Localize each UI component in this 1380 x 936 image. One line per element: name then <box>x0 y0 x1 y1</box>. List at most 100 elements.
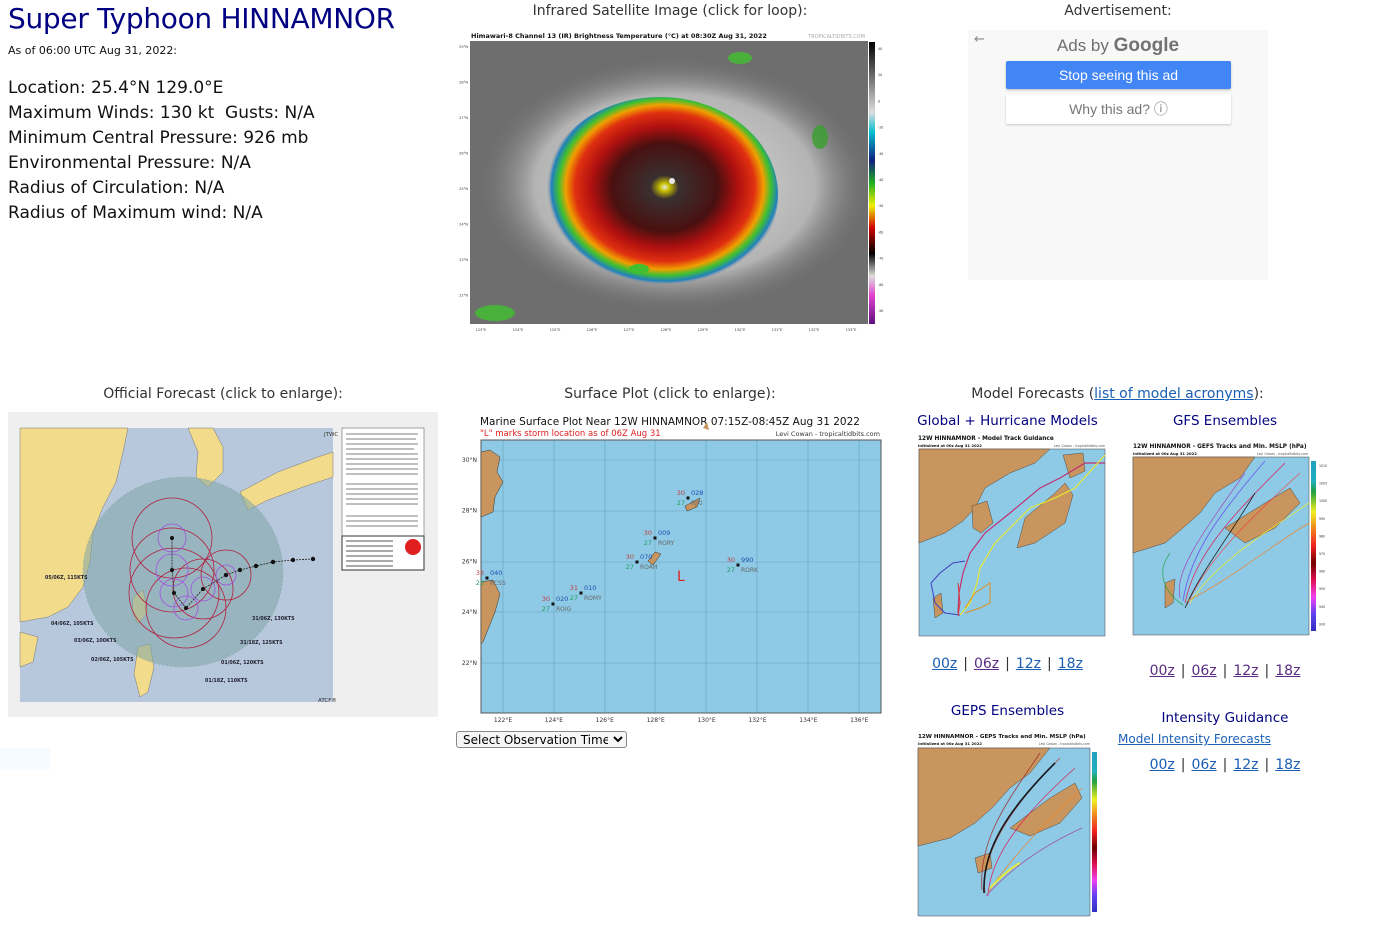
surface-lat-label: 24°N <box>462 609 477 616</box>
gfs-runs: 00z | 06z | 12z | 18z <box>1149 663 1301 679</box>
satellite-image-title: Himawari-8 Channel 13 (IR) Brightness Te… <box>471 32 767 40</box>
intensity-run-18z[interactable]: 18z <box>1275 757 1300 773</box>
station-temp: 31 <box>570 584 578 592</box>
svg-text:Initialized at 00z Aug 31 2022: Initialized at 00z Aug 31 2022 <box>918 741 982 746</box>
station-dewpoint: 27 <box>727 566 735 574</box>
surface-lat-label: 28°N <box>462 508 477 515</box>
station-id: RJKI <box>691 500 703 507</box>
intensity-run-06z[interactable]: 06z <box>1191 757 1216 773</box>
observation-time-select[interactable]: Select Observation Time... <box>456 731 627 748</box>
model-forecasts-heading: Model Forecasts (list of model acronyms)… <box>971 386 1264 402</box>
gfs-image-title: 12W HINNAMNOR - GEFS Tracks and Min. MSL… <box>1133 444 1307 450</box>
as-of-timestamp: As of 06:00 UTC Aug 31, 2022: <box>8 44 178 57</box>
satellite-lon-label: 130°E <box>735 328 746 332</box>
storm-details: Location: 25.4°N 129.0°E Maximum Winds: … <box>8 76 315 226</box>
gfs-run-06z[interactable]: 06z <box>1191 663 1216 679</box>
station-id: RCSS <box>490 580 506 587</box>
station-temp: 30 <box>644 529 652 537</box>
intensity-run-12z[interactable]: 12z <box>1233 757 1258 773</box>
storm-location-marker: L <box>677 569 685 585</box>
max-winds-line: Maximum Winds: 130 kt Gusts: N/A <box>8 103 315 123</box>
gfs-colorbar-label: 980 <box>1319 534 1325 538</box>
geps-ensembles-image-link[interactable]: 12W HINNAMNOR - GEPS Tracks and Min. MSL… <box>910 728 1115 923</box>
satellite-lon-label: 128°E <box>661 328 672 332</box>
station-pressure: 009 <box>658 529 670 537</box>
forecast-label-7: 01/18Z, 110KTS <box>205 678 248 684</box>
satellite-image: Himawari-8 Channel 13 (IR) Brightness Te… <box>455 30 885 340</box>
satellite-colorbar-label: -30 <box>878 152 883 156</box>
why-this-ad-button[interactable]: Why this ad? ⓘ <box>1006 94 1231 124</box>
station-id: RORY <box>658 540 675 547</box>
surface-image-title: Marine Surface Plot Near 12W HINNAMNOR 0… <box>480 416 860 428</box>
satellite-lon-label: 133°E <box>846 328 857 332</box>
station-dewpoint: 27 <box>677 499 685 507</box>
surface-credit: Levi Cowan - tropicaltidbits.com <box>776 430 880 438</box>
surface-lat-label: 22°N <box>462 660 477 667</box>
model-acronyms-link[interactable]: list of model acronyms <box>1094 386 1253 402</box>
station-pressure: 990 <box>741 556 753 564</box>
satellite-heading: Infrared Satellite Image (click for loop… <box>532 3 808 19</box>
satellite-lon-label: 124°E <box>513 328 524 332</box>
forecast-label-3: 02/06Z, 105KTS <box>91 657 134 663</box>
forecast-label-2: 03/06Z, 100KTS <box>74 638 117 644</box>
advertisement-heading: Advertisement: <box>1064 3 1172 19</box>
gfs-run-12z[interactable]: 12z <box>1233 663 1258 679</box>
gfs-colorbar-label: 1005 <box>1319 482 1327 486</box>
station-temp: 30 <box>727 556 735 564</box>
forecast-label-0: 05/06Z, 115KTS <box>45 575 88 581</box>
forecast-label-5: 31/18Z, 125KTS <box>240 640 283 646</box>
station-dewpoint: 25 <box>476 579 484 587</box>
gfs-run-00z[interactable]: 00z <box>1150 663 1175 679</box>
ads-by-label: Ads by <box>1056 36 1109 55</box>
geps-image-title: 12W HINNAMNOR - GEPS Tracks and Min. MSL… <box>918 734 1086 740</box>
satellite-colorbar-label: -40 <box>878 178 883 182</box>
satellite-lat-label: 23°N <box>459 258 468 262</box>
forecast-label-1: 04/06Z, 105KTS <box>51 621 94 627</box>
gfs-ensembles-image-link[interactable]: 12W HINNAMNOR - GEFS Tracks and Min. MSL… <box>1125 433 1335 641</box>
satellite-colorbar-label: -50 <box>878 204 883 208</box>
intensity-guidance-title: Intensity Guidance <box>1161 710 1289 726</box>
global-run-18z[interactable]: 18z <box>1058 656 1083 672</box>
satellite-lat-label: 24°N <box>459 223 468 227</box>
satellite-colorbar-label: 20 <box>878 73 882 77</box>
station-pressure: 040 <box>490 569 502 577</box>
ad-container: ← Ads by Google Stop seeing this ad Why … <box>968 30 1268 280</box>
global-models-image-link[interactable]: 12W HINNAMNOR - Model Track Guidance Ini… <box>915 433 1107 641</box>
official-forecast-image-link[interactable]: JTWC ATCF® 05/06Z, 115KTS 04/06Z, 105KTS… <box>8 412 438 717</box>
satellite-colorbar-label: 40 <box>878 47 882 51</box>
satellite-lon-label: 127°E <box>624 328 635 332</box>
global-run-12z[interactable]: 12z <box>1016 656 1041 672</box>
ads-by-google: Ads by Google <box>968 35 1268 57</box>
model-intensity-forecasts-link[interactable]: Model Intensity Forecasts <box>1118 732 1271 746</box>
gfs-colorbar-label: 950 <box>1319 587 1325 591</box>
gfs-colorbar-label: 1000 <box>1319 499 1327 503</box>
intensity-run-00z[interactable]: 00z <box>1150 757 1175 773</box>
station-id: ROIG <box>556 606 572 613</box>
gfs-colorbar-label: 930 <box>1319 622 1325 626</box>
surface-plot-image-link[interactable]: Marine Surface Plot Near 12W HINNAMNOR 0… <box>455 412 885 727</box>
global-run-06z[interactable]: 06z <box>974 656 999 672</box>
radius-max-wind-line: Radius of Maximum wind: N/A <box>8 203 263 223</box>
stop-seeing-ad-button[interactable]: Stop seeing this ad <box>1006 61 1231 89</box>
gfs-ensembles-title: GFS Ensembles <box>1172 413 1278 429</box>
satellite-lon-label: 129°E <box>698 328 709 332</box>
min-pressure-line: Minimum Central Pressure: 926 mb <box>8 128 309 148</box>
intensity-runs: 00z | 06z | 12z | 18z <box>1149 757 1301 773</box>
global-run-00z[interactable]: 00z <box>932 656 957 672</box>
satellite-colorbar-label: -80 <box>878 283 883 287</box>
atcf-label: ATCF® <box>318 697 337 704</box>
station-pressure: 028 <box>691 489 703 497</box>
forecast-label-6: 01/06Z, 120KTS <box>221 660 264 666</box>
satellite-lon-label: 131°E <box>772 328 783 332</box>
satellite-colorbar-label: -90 <box>878 309 883 313</box>
env-pressure-line: Environmental Pressure: N/A <box>8 153 251 173</box>
satellite-lat-label: 28°N <box>459 81 468 85</box>
station-dewpoint: 27 <box>570 594 578 602</box>
surface-subtitle: "L" marks storm location as of 06Z Aug 3… <box>480 429 661 439</box>
surface-lat-label: 26°N <box>462 558 477 565</box>
satellite-lon-label: 126°E <box>587 328 598 332</box>
satellite-image-link[interactable]: Himawari-8 Channel 13 (IR) Brightness Te… <box>455 30 885 340</box>
surface-plot-heading: Surface Plot (click to enlarge): <box>564 386 776 402</box>
gfs-run-18z[interactable]: 18z <box>1275 663 1300 679</box>
svg-text:Levi Cowan - tropicaltidbits.c: Levi Cowan - tropicaltidbits.com <box>1054 444 1105 448</box>
